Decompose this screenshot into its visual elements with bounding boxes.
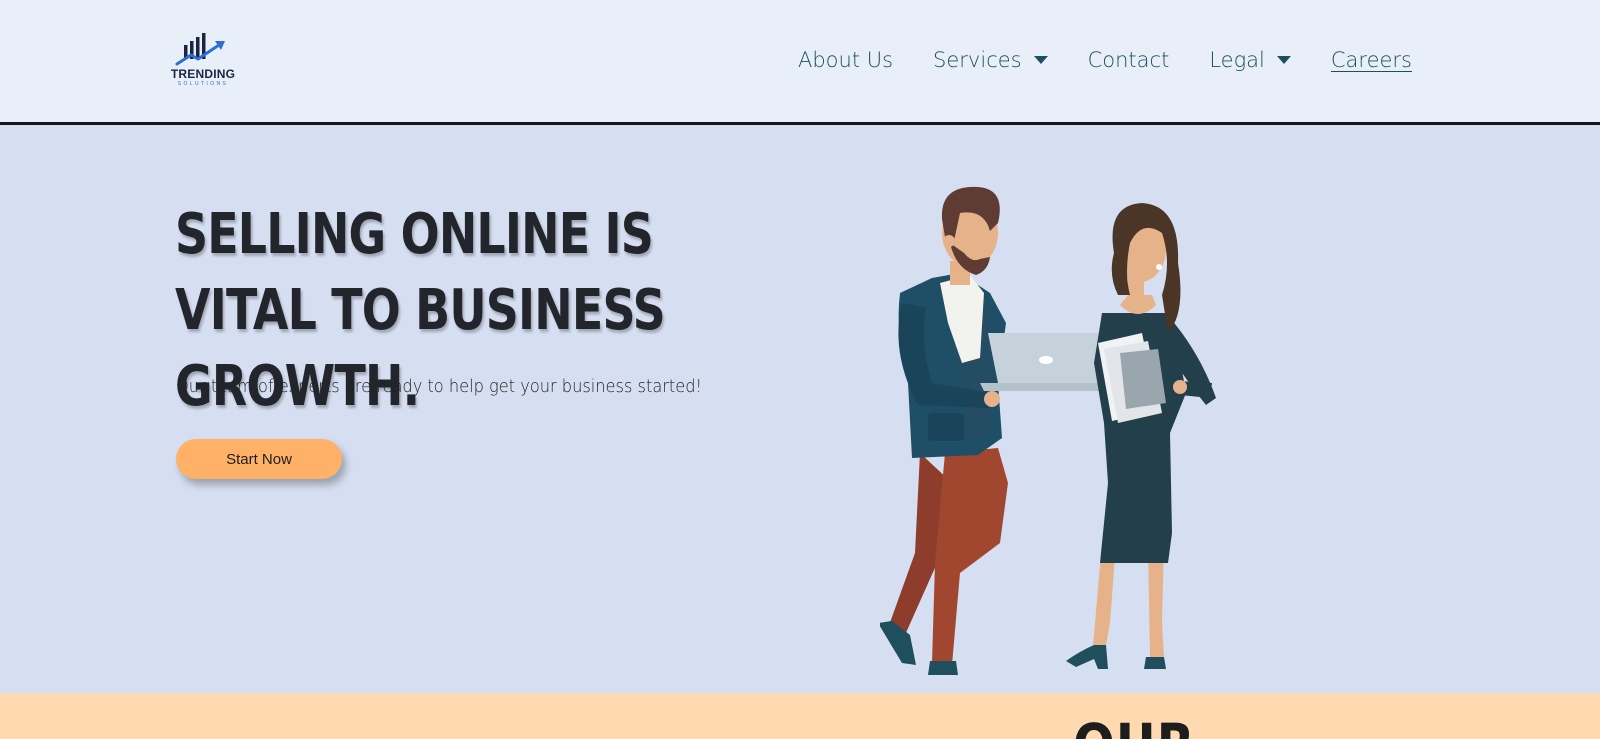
man-figure [880,186,1008,675]
nav-item-label: Services [933,48,1022,72]
nav-item-contact[interactable]: Contact [1088,48,1170,72]
caret-down-icon [1276,56,1291,64]
chart-logo-icon [175,33,225,66]
nav-item-label: Contact [1087,48,1170,72]
woman-figure [1066,203,1216,669]
nav-item-label: About Us [797,48,894,72]
business-people-illustration [880,186,1216,675]
hero-subtitle: Our team of experts are ready to help ge… [176,376,703,397]
nav-item-legal[interactable]: Legal [1209,48,1291,72]
section-heading: OUR [1073,715,1195,739]
next-section-band: OUR [0,693,1600,739]
brand-name: TRENDING [170,67,236,81]
nav-item-careers[interactable]: Careers [1331,48,1412,72]
brand-tagline: SOLUTIONS [177,81,229,87]
nav-item-services[interactable]: Services [933,48,1048,72]
brand-logo[interactable]: TRENDING SOLUTIONS [165,33,241,91]
caret-down-icon [1033,56,1048,64]
top-navbar: TRENDING SOLUTIONS About Us Services Con… [0,0,1600,125]
start-now-button[interactable]: Start Now [176,439,342,479]
nav-item-label: Careers [1330,48,1412,72]
main-nav: About Us Services Contact Legal Careers [798,48,1412,72]
nav-item-about-us[interactable]: About Us [798,48,893,72]
nav-item-label: Legal [1209,48,1265,72]
hero-section: Selling online is vital to business grow… [0,125,1600,693]
